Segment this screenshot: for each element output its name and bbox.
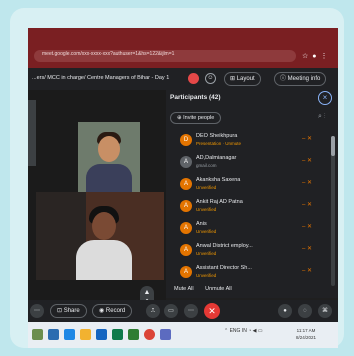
close-icon[interactable]: × — [318, 91, 332, 105]
meeting-title: ...ers/ MCC in charge/ Centre Managers o… — [32, 75, 170, 81]
browser-icons: ☆ ● ⋮ — [302, 50, 336, 62]
meeting-window: meet.google.com/xxx-xxxx-xxx?authuser=1&… — [28, 28, 338, 348]
people-icon[interactable]: ● — [278, 304, 292, 318]
mic-off-icon[interactable]: – ✕ — [302, 267, 312, 274]
participants-panel: Participants (42) × ⊕ Invite people ⌕ ⋮ … — [166, 90, 338, 298]
folder-icon[interactable] — [80, 329, 91, 340]
participant-video — [78, 122, 140, 192]
menu-icon[interactable]: ⋮ — [321, 52, 328, 60]
start-icon[interactable] — [32, 329, 43, 340]
activities-icon[interactable]: ⌘ — [318, 304, 332, 318]
mic-off-icon[interactable]: – ✕ — [302, 157, 312, 164]
app-icon[interactable] — [160, 329, 171, 340]
control-bar: ⋯ ⊡ Share ◉ Record ⎍ ▭ ⋯ ✕ ● ◌ ⌘ — [28, 300, 338, 322]
list-item[interactable]: D DEO Sheikhpura Presentation · Unmute –… — [166, 130, 338, 152]
recording-icon — [188, 73, 199, 84]
list-item[interactable]: A Anwal District employ... Unverified – … — [166, 240, 338, 262]
avatar: A — [180, 266, 192, 278]
avatar: A — [180, 222, 192, 234]
more-options-icon[interactable]: ⋯ — [184, 304, 198, 318]
record-button[interactable]: ◉ Record — [92, 304, 133, 318]
mute-all-button[interactable]: Mute All — [174, 286, 194, 292]
avatar: A — [180, 156, 192, 168]
mic-off-icon[interactable]: – ✕ — [302, 223, 312, 230]
layout-icon: ⊞ — [230, 76, 237, 82]
mute-controls: Mute All Unmute All — [174, 286, 242, 292]
camera-icon[interactable]: ▭ — [164, 304, 178, 318]
search-icon[interactable]: ⌕ ⋮ — [318, 113, 326, 121]
list-item[interactable]: A Akanksha Saxena Unverified – ✕ — [166, 174, 338, 196]
more-icon[interactable]: ⋯ — [30, 304, 44, 318]
url-text: meet.google.com/xxx-xxxx-xxx?authuser=1&… — [42, 51, 175, 57]
avatar: A — [180, 178, 192, 190]
info-icon: ⓘ — [280, 76, 288, 82]
video-tile — [28, 100, 36, 166]
app-icon[interactable] — [64, 329, 75, 340]
list-item[interactable]: A AD,Dalmianagar gmail.com – ✕ — [166, 152, 338, 174]
list-item[interactable]: A Ankit Raj AD Patna Unverified – ✕ — [166, 196, 338, 218]
participant-video — [36, 192, 164, 280]
layout-button[interactable]: ⊞ Layout — [224, 72, 261, 86]
emoji-icon[interactable]: ☺ — [205, 73, 216, 84]
chat-icon[interactable]: ◌ — [298, 304, 312, 318]
avatar: D — [180, 134, 192, 146]
address-bar[interactable]: meet.google.com/xxx-xxxx-xxx?authuser=1&… — [34, 50, 296, 62]
meeting-header: ...ers/ MCC in charge/ Centre Managers o… — [28, 68, 338, 90]
wifi-icon: ◔ ◀ ▭ — [246, 328, 263, 334]
taskbar: ⌃ ENG IN ◔ ◀ ▭ 11:17 AM 8/24/2021 — [28, 322, 338, 348]
panel-title: Participants (42) — [170, 94, 221, 101]
store-icon[interactable] — [112, 329, 123, 340]
clock[interactable]: 11:17 AM 8/24/2021 — [296, 327, 316, 341]
mic-off-icon[interactable]: – ✕ — [302, 201, 312, 208]
scrollbar[interactable] — [331, 136, 335, 286]
avatar: A — [180, 244, 192, 256]
meeting-info-button[interactable]: ⓘ Meeting info — [274, 72, 327, 86]
unmute-all-button[interactable]: Unmute All — [205, 286, 232, 292]
mic-off-icon[interactable]: – ✕ — [302, 179, 312, 186]
end-call-button[interactable]: ✕ — [204, 303, 220, 319]
mic-off-icon[interactable]: – ✕ — [302, 245, 312, 252]
chrome-icon[interactable] — [144, 329, 155, 340]
explorer-icon[interactable] — [48, 329, 59, 340]
video-grid: ▲⌃▼ — [28, 90, 166, 316]
browser-bar: meet.google.com/xxx-xxxx-xxx?authuser=1&… — [28, 28, 338, 68]
invite-people-button[interactable]: ⊕ Invite people — [170, 112, 222, 124]
list-item[interactable]: A Anis Unverified – ✕ — [166, 218, 338, 240]
list-item[interactable]: A Assistant Director Sh... Unverified – … — [166, 262, 338, 284]
record-icon: ◉ — [99, 308, 106, 314]
avatar: A — [180, 200, 192, 212]
system-tray[interactable]: ⌃ ENG IN ◔ ◀ ▭ — [224, 328, 263, 334]
share-icon: ⊡ — [57, 308, 64, 314]
share-button[interactable]: ⊡ Share — [50, 304, 87, 318]
mic-off-icon[interactable]: – ✕ — [302, 135, 312, 142]
word-icon[interactable] — [96, 329, 107, 340]
scrollbar-thumb[interactable] — [331, 136, 335, 156]
extension-icon[interactable]: ● — [312, 53, 316, 60]
star-icon[interactable]: ☆ — [302, 52, 308, 60]
mic-icon[interactable]: ⎍ — [146, 304, 160, 318]
excel-icon[interactable] — [128, 329, 139, 340]
